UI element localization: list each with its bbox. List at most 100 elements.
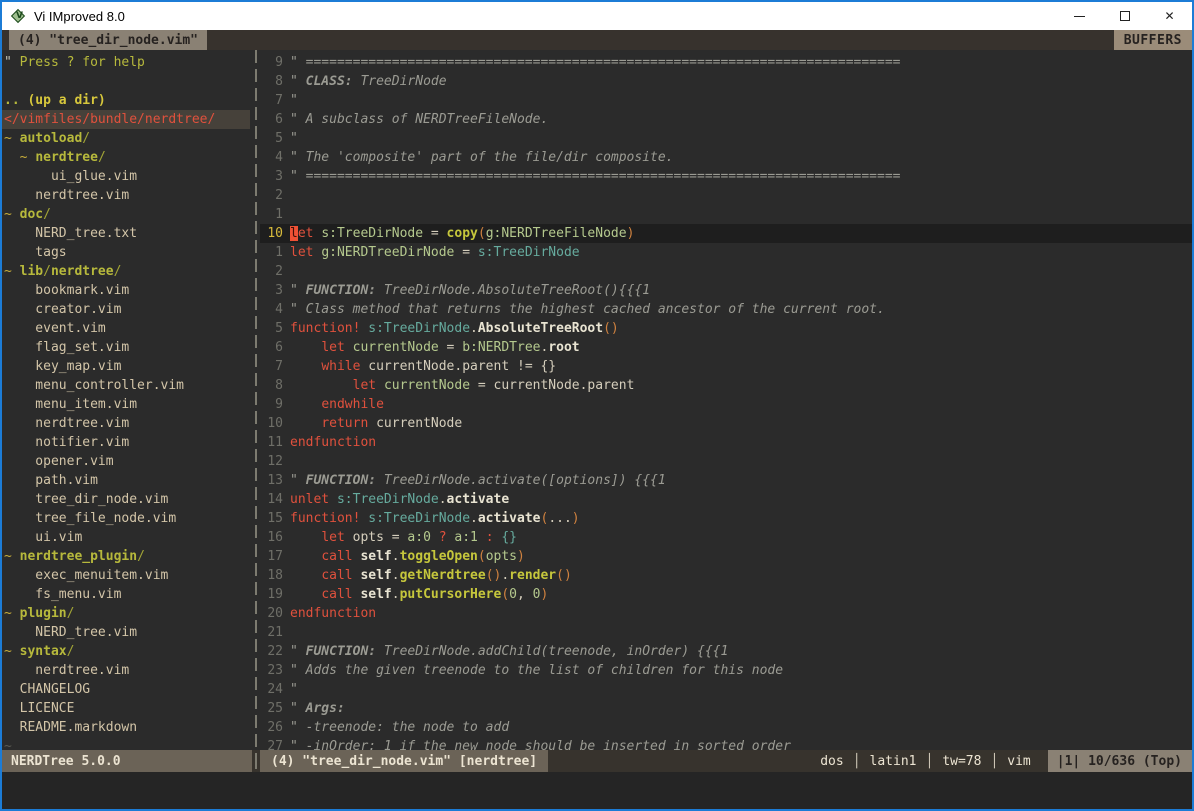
command-line[interactable] — [2, 772, 1192, 809]
code-line[interactable]: 1 — [260, 205, 1192, 224]
text-segment: / — [98, 150, 106, 165]
code-line[interactable]: 8 let currentNode = currentNode.parent — [260, 376, 1192, 395]
code-text: " Adds the given treenode to the list of… — [290, 661, 1192, 680]
code-line[interactable]: 6" A subclass of NERDTreeFileNode. — [260, 110, 1192, 129]
tree-item[interactable]: nerdtree.vim — [4, 414, 252, 433]
tree-item[interactable]: tree_file_node.vim — [4, 509, 252, 528]
code-line[interactable]: 4" The 'composite' part of the file/dir … — [260, 148, 1192, 167]
tree-item[interactable]: README.markdown — [4, 718, 252, 737]
tree-item[interactable]: ~ doc/ — [4, 205, 252, 224]
tree-item[interactable]: bookmark.vim — [4, 281, 252, 300]
tree-item[interactable]: creator.vim — [4, 300, 252, 319]
code-line[interactable]: 19 call self.putCursorHere(0, 0) — [260, 585, 1192, 604]
code-line[interactable]: 21 — [260, 623, 1192, 642]
code-line[interactable]: 27" -inOrder: 1 if the new node should b… — [260, 737, 1192, 750]
tree-item[interactable]: ~ plugin/ — [4, 604, 252, 623]
code-line[interactable]: 18 call self.getNerdtree().render() — [260, 566, 1192, 585]
tree-item[interactable]: exec_menuitem.vim — [4, 566, 252, 585]
code-line[interactable]: 8" CLASS: TreeDirNode — [260, 72, 1192, 91]
tree-item[interactable]: flag_set.vim — [4, 338, 252, 357]
code-line[interactable]: 2 — [260, 262, 1192, 281]
tree-item[interactable]: menu_controller.vim — [4, 376, 252, 395]
code-line[interactable]: 7 while currentNode.parent != {} — [260, 357, 1192, 376]
tree-root-path[interactable]: </vimfiles/bundle/nerdtree/ — [2, 110, 250, 129]
code-line[interactable]: 16 let opts = a:0 ? a:1 : {} — [260, 528, 1192, 547]
text-segment: copy — [447, 226, 478, 241]
tree-item[interactable]: ~ lib/nerdtree/ — [4, 262, 252, 281]
tree-item[interactable]: nerdtree.vim — [4, 186, 252, 205]
window-title: Vi IMproved 8.0 — [34, 9, 125, 24]
tree-item[interactable]: ~ — [4, 737, 252, 750]
maximize-button[interactable] — [1102, 2, 1147, 30]
text-segment: " A subclass of NERDTreeFileNode. — [290, 112, 548, 127]
code-line[interactable]: 14unlet s:TreeDirNode.activate — [260, 490, 1192, 509]
code-line[interactable]: 11endfunction — [260, 433, 1192, 452]
text-segment: autoload — [20, 131, 83, 146]
tree-item[interactable]: fs_menu.vim — [4, 585, 252, 604]
text-segment: call — [321, 549, 352, 564]
code-line[interactable]: 17 call self.toggleOpen(opts) — [260, 547, 1192, 566]
window-vertical-separator[interactable] — [252, 50, 260, 750]
minimize-button[interactable] — [1057, 2, 1102, 30]
text-segment: notifier.vim — [4, 435, 129, 450]
text-segment: . — [501, 568, 509, 583]
tree-item[interactable]: NERD_tree.txt — [4, 224, 252, 243]
close-button[interactable]: ✕ — [1147, 2, 1192, 30]
code-line[interactable]: 13" FUNCTION: TreeDirNode.activate([opti… — [260, 471, 1192, 490]
code-line[interactable]: 15function! s:TreeDirNode.activate(...) — [260, 509, 1192, 528]
code-line[interactable]: 25" Args: — [260, 699, 1192, 718]
tree-item[interactable]: NERD_tree.vim — [4, 623, 252, 642]
code-line[interactable]: 9 endwhile — [260, 395, 1192, 414]
tree-item[interactable]: nerdtree.vim — [4, 661, 252, 680]
tree-item[interactable]: notifier.vim — [4, 433, 252, 452]
tree-item[interactable] — [4, 72, 252, 91]
code-line[interactable]: 24" — [260, 680, 1192, 699]
code-line[interactable]: 10 return currentNode — [260, 414, 1192, 433]
tree-item[interactable]: ui_glue.vim — [4, 167, 252, 186]
code-line-cursor[interactable]: 10let s:TreeDirNode = copy(g:NERDTreeFil… — [260, 224, 1192, 243]
tree-item[interactable]: " Press ? for help — [4, 53, 252, 72]
code-line[interactable]: 3" =====================================… — [260, 167, 1192, 186]
code-line[interactable]: 4" Class method that returns the highest… — [260, 300, 1192, 319]
line-number: 6 — [260, 338, 290, 357]
code-line[interactable]: 7" — [260, 91, 1192, 110]
code-line[interactable]: 1let g:NERDTreeDirNode = s:TreeDirNode — [260, 243, 1192, 262]
text-segment: call — [321, 587, 352, 602]
line-number: 12 — [260, 452, 290, 471]
tree-item[interactable]: ui.vim — [4, 528, 252, 547]
tree-item[interactable]: key_map.vim — [4, 357, 252, 376]
code-line[interactable]: 6 let currentNode = b:NERDTree.root — [260, 338, 1192, 357]
tree-item[interactable]: .. (up a dir) — [4, 91, 252, 110]
tree-item[interactable]: opener.vim — [4, 452, 252, 471]
code-line[interactable]: 2 — [260, 186, 1192, 205]
tree-item[interactable]: menu_item.vim — [4, 395, 252, 414]
tree-item[interactable]: ~ nerdtree/ — [4, 148, 252, 167]
nerdtree-sidebar[interactable]: " Press ? for help .. (up a dir)</vimfile… — [2, 50, 252, 750]
code-line[interactable]: 20endfunction — [260, 604, 1192, 623]
code-line[interactable]: 22" FUNCTION: TreeDirNode.addChild(treen… — [260, 642, 1192, 661]
text-segment: root — [548, 340, 579, 355]
code-line[interactable]: 3" FUNCTION: TreeDirNode.AbsoluteTreeRoo… — [260, 281, 1192, 300]
buffers-label[interactable]: BUFFERS — [1114, 30, 1192, 50]
code-line[interactable]: 23" Adds the given treenode to the list … — [260, 661, 1192, 680]
code-line[interactable]: 26" -treenode: the node to add — [260, 718, 1192, 737]
tree-item[interactable]: CHANGELOG — [4, 680, 252, 699]
tree-item[interactable]: ~ syntax/ — [4, 642, 252, 661]
text-segment: s:TreeDirNode — [368, 511, 470, 526]
code-line[interactable]: 5function! s:TreeDirNode.AbsoluteTreeRoo… — [260, 319, 1192, 338]
tree-item[interactable]: path.vim — [4, 471, 252, 490]
text-segment — [290, 378, 353, 393]
tab-tree-dir-node[interactable]: (4) "tree_dir_node.vim" — [9, 30, 207, 50]
tree-item[interactable]: tags — [4, 243, 252, 262]
tree-item[interactable]: ~ nerdtree_plugin/ — [4, 547, 252, 566]
tree-item[interactable]: LICENCE — [4, 699, 252, 718]
text-segment: call — [321, 568, 352, 583]
code-line[interactable]: 9" =====================================… — [260, 53, 1192, 72]
text-segment: activate — [478, 511, 541, 526]
tree-item[interactable]: ~ autoload/ — [4, 129, 252, 148]
tree-item[interactable]: tree_dir_node.vim — [4, 490, 252, 509]
code-line[interactable]: 12 — [260, 452, 1192, 471]
editor-buffer[interactable]: 9" =====================================… — [260, 50, 1192, 750]
code-line[interactable]: 5" — [260, 129, 1192, 148]
tree-item[interactable]: event.vim — [4, 319, 252, 338]
